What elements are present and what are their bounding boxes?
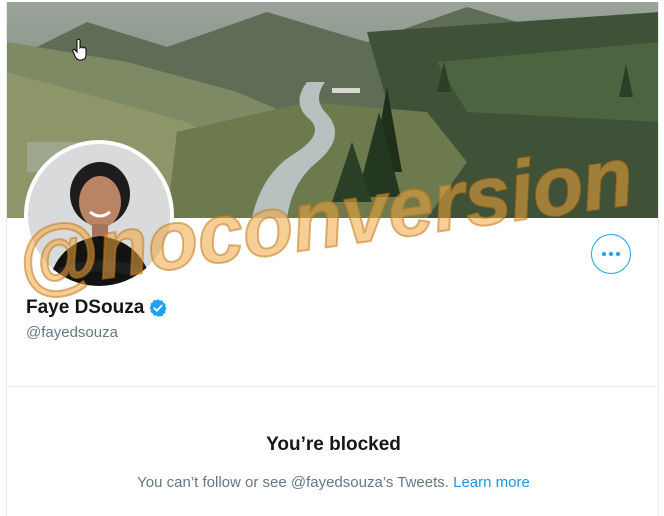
profile-handle: @fayedsouza: [26, 324, 118, 341]
verified-badge-icon: [149, 299, 167, 317]
blocked-heading: You’re blocked: [266, 434, 401, 455]
learn-more-link[interactable]: Learn more: [453, 474, 530, 491]
profile-name-row: Faye DSouza: [26, 297, 168, 319]
blocked-message: You can’t follow or see @fayedsouza’s Tw…: [7, 474, 658, 491]
profile-avatar[interactable]: [24, 140, 174, 290]
display-name: Faye DSouza: [26, 297, 145, 318]
more-horizontal-icon: [602, 252, 620, 256]
hand-cursor-icon: [72, 38, 87, 61]
more-options-button[interactable]: [591, 234, 631, 274]
blocked-message-text: You can’t follow or see @fayedsouza’s Tw…: [137, 474, 449, 491]
profile-page: Faye DSouza @fayedsouza You’re blocked Y…: [6, 2, 659, 516]
section-divider: [7, 386, 658, 387]
